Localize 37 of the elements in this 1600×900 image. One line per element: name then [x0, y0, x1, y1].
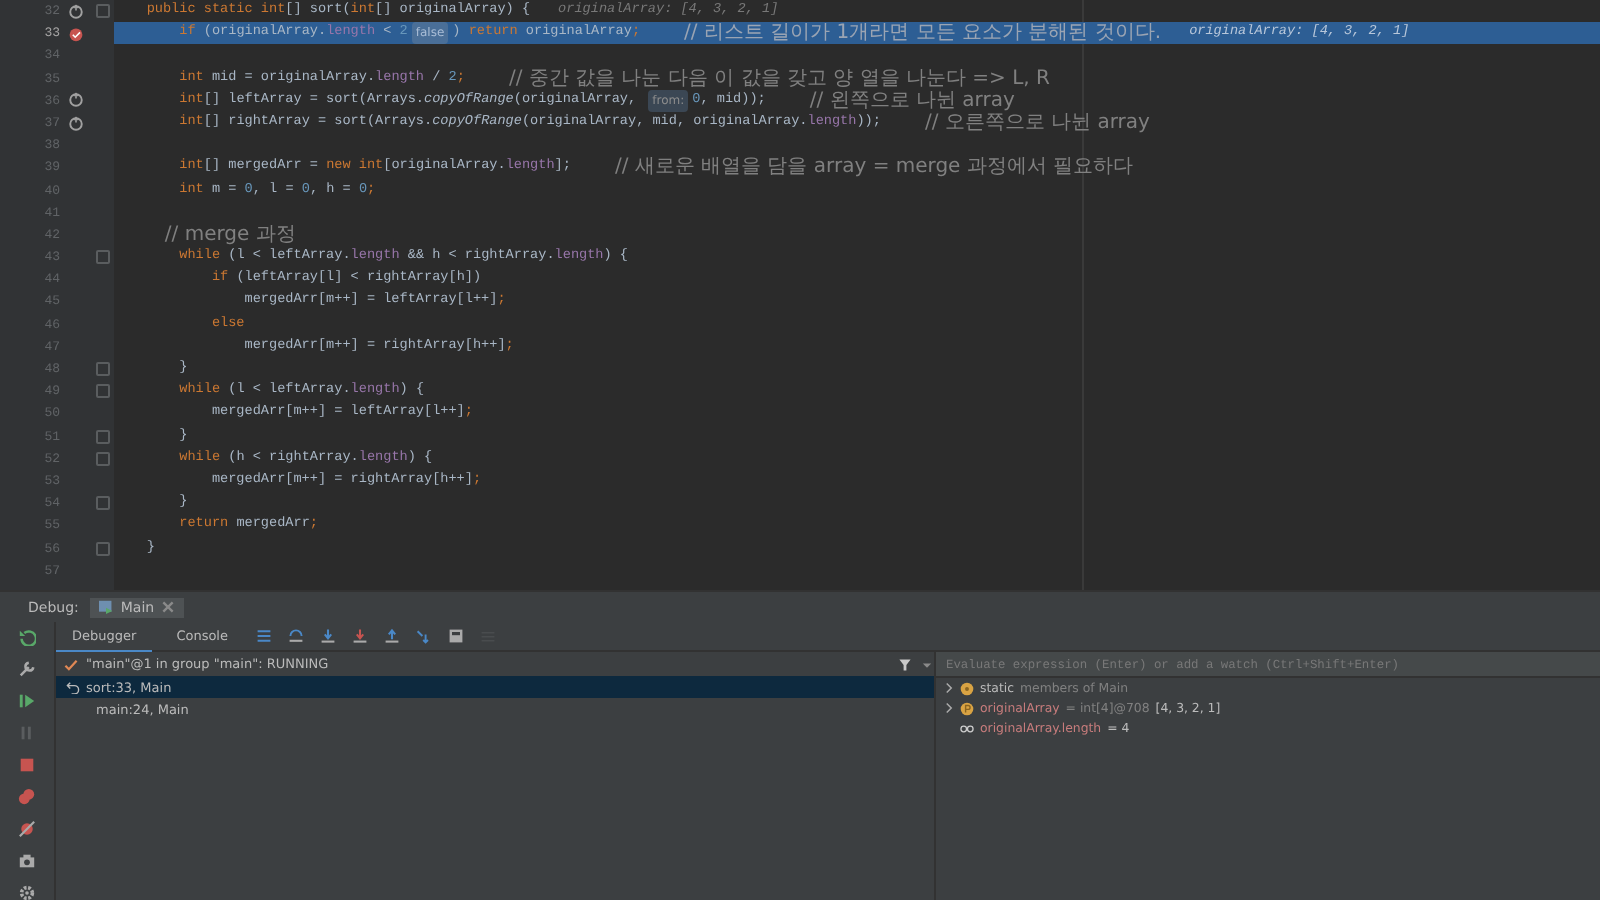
step-into-icon[interactable] — [320, 628, 336, 644]
step-out-icon[interactable] — [384, 628, 400, 644]
fold-marker[interactable] — [96, 429, 110, 444]
return-arrow-icon — [66, 680, 80, 694]
fold-marker[interactable] — [96, 541, 110, 556]
step-over-icon[interactable] — [288, 628, 304, 644]
resume-icon[interactable] — [18, 692, 36, 710]
settings-icon[interactable] — [18, 884, 36, 900]
window-icon — [98, 600, 115, 614]
camera-icon[interactable] — [18, 852, 36, 870]
recursive-call-icon — [68, 115, 84, 132]
fold-marker[interactable] — [96, 384, 110, 399]
step-into-icon[interactable] — [352, 628, 368, 644]
fold-marker[interactable] — [96, 496, 110, 511]
static-field-icon — [960, 681, 974, 695]
recursive-call-icon — [68, 3, 84, 20]
fold-marker[interactable] — [96, 362, 110, 377]
filter-icon[interactable] — [898, 657, 912, 671]
mute-breakpoints-icon[interactable] — [18, 820, 36, 838]
fold-marker[interactable] — [96, 4, 110, 19]
code-line: // merge 과정 — [162, 223, 298, 247]
stop-icon[interactable] — [18, 756, 36, 774]
list-icon[interactable] — [256, 628, 272, 644]
fold-marker[interactable] — [96, 451, 110, 466]
close-icon[interactable] — [160, 600, 177, 614]
recursive-call-icon — [68, 92, 84, 109]
glasses-icon — [960, 721, 974, 735]
breakpoints-icon[interactable] — [18, 788, 36, 806]
pause-icon[interactable] — [18, 724, 36, 742]
wrench-icon[interactable] — [18, 660, 36, 678]
cursor-arrow-icon[interactable] — [416, 628, 432, 644]
fold-marker[interactable] — [96, 250, 110, 265]
breakpoint-icon[interactable] — [68, 25, 84, 42]
calculator-icon[interactable] — [448, 628, 464, 644]
parameter-icon — [960, 701, 974, 715]
rerun-icon[interactable] — [18, 628, 36, 646]
check-icon — [64, 657, 78, 671]
